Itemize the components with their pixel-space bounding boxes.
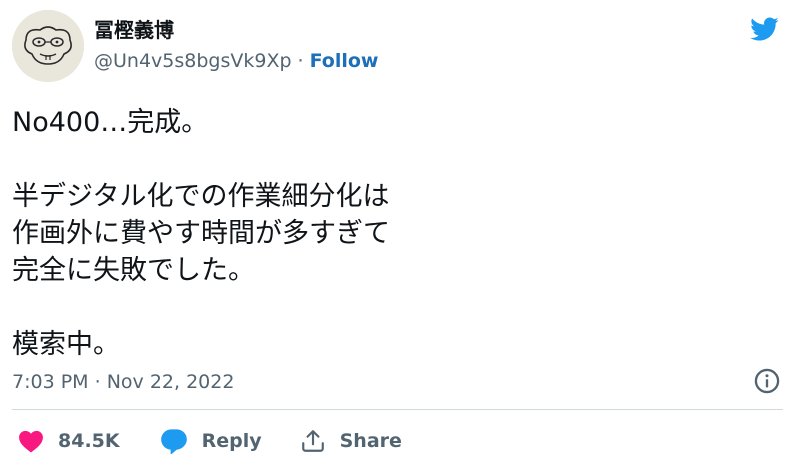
tweet-time[interactable]: 7:03 PM <box>12 371 89 393</box>
meta-separator: · <box>94 371 101 393</box>
author-names: 冨樫義博 @Un4v5s8bgsVk9Xp · Follow <box>94 17 379 73</box>
author-handle[interactable]: @Un4v5s8bgsVk9Xp <box>94 50 292 72</box>
share-icon <box>301 430 324 452</box>
twitter-bird-icon[interactable] <box>747 14 781 44</box>
reply-label: Reply <box>201 430 262 452</box>
like-count: 84.5K <box>58 430 120 452</box>
info-icon[interactable] <box>753 367 781 395</box>
tweet-text: No400…完成。 半デジタル化での作業細分化は 作画外に費やす時間が多すぎて … <box>12 107 390 360</box>
tweet-card: 冨樫義博 @Un4v5s8bgsVk9Xp · Follow No400…完成。 半… <box>0 0 797 457</box>
author-display-name[interactable]: 冨樫義博 <box>94 17 379 43</box>
handle-separator: · <box>297 50 304 72</box>
action-bar: 84.5K Reply Share <box>18 425 440 457</box>
share-label: Share <box>339 430 402 452</box>
follow-button[interactable]: Follow <box>310 50 379 72</box>
share-button[interactable]: Share <box>300 428 402 454</box>
tweet-meta: 7:03 PM · Nov 22, 2022 <box>12 369 234 395</box>
avatar[interactable] <box>12 10 84 82</box>
author-handle-row: @Un4v5s8bgsVk9Xp · Follow <box>94 49 379 73</box>
heart-icon <box>19 430 43 453</box>
reply-button[interactable]: Reply <box>160 428 262 454</box>
tweet-header: 冨樫義博 @Un4v5s8bgsVk9Xp · Follow <box>12 10 379 82</box>
like-button[interactable]: 84.5K <box>18 429 120 453</box>
speech-bubble-icon <box>160 429 187 454</box>
divider <box>12 409 783 410</box>
tweet-date[interactable]: Nov 22, 2022 <box>107 371 235 393</box>
